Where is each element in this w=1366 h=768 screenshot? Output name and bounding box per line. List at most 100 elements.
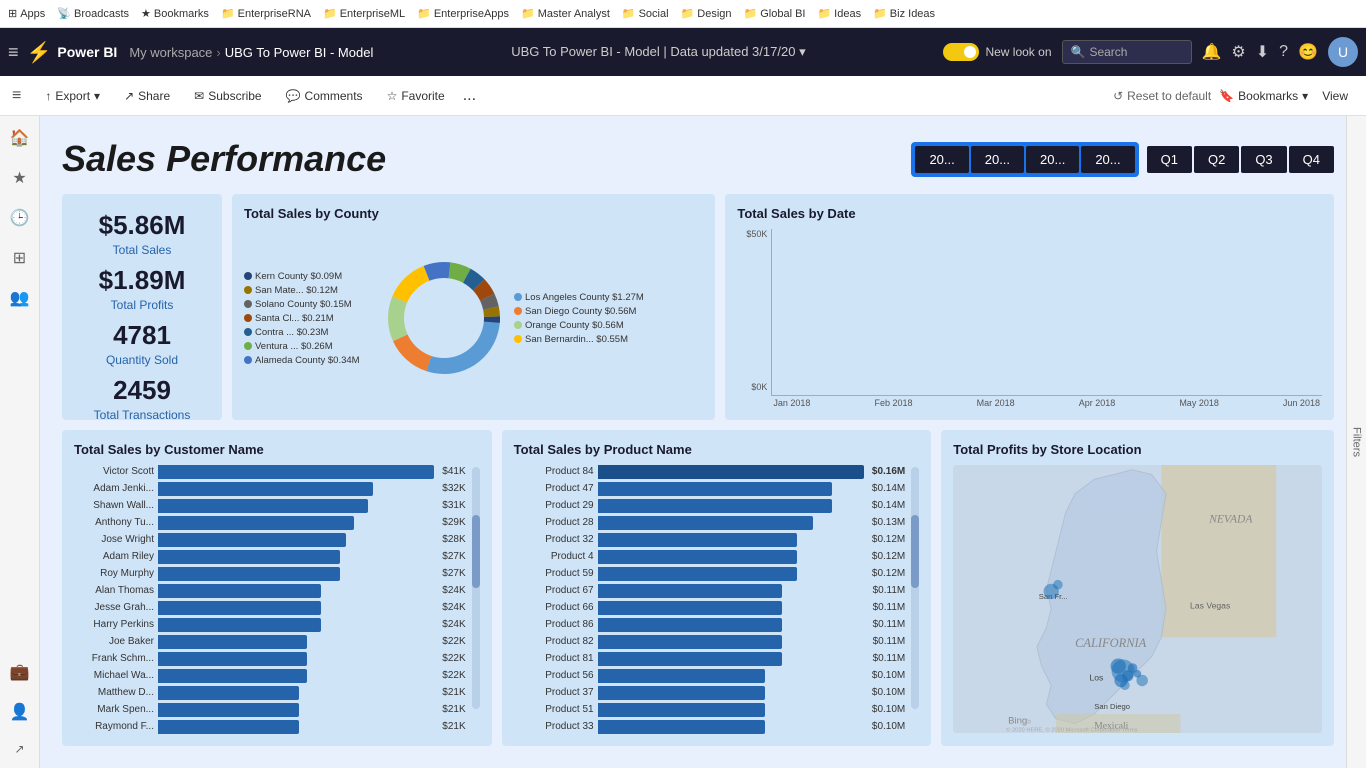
list-item[interactable]: Product 66$0.11M (514, 601, 906, 615)
list-item[interactable]: Harry Perkins$24K (74, 618, 466, 632)
customer-scrollbar[interactable] (472, 467, 480, 709)
list-item[interactable]: Product 86$0.11M (514, 618, 906, 632)
bookmark-design-label: Design (697, 8, 731, 20)
list-item[interactable]: Product 4$0.12M (514, 550, 906, 564)
hbar (158, 652, 307, 666)
sidebar-star-icon[interactable]: ★ (8, 164, 30, 192)
kpi-total-profits-label: Total Profits (82, 298, 202, 312)
more-button[interactable]: ... (463, 87, 476, 105)
workspace-link[interactable]: My workspace (129, 45, 212, 60)
list-item[interactable]: Raymond F...$21K (74, 720, 466, 734)
filter-panel[interactable]: Filters (1346, 116, 1366, 768)
list-item[interactable]: Product 59$0.12M (514, 567, 906, 581)
sidebar-home-icon[interactable]: 🏠 (6, 124, 34, 152)
list-item[interactable]: Product 33$0.10M (514, 720, 906, 734)
comments-button[interactable]: 💬 Comments (280, 85, 369, 107)
svg-text:© 2020 HERE, © 2020 Microsoft: © 2020 HERE, © 2020 Microsoft Corporatio… (1006, 726, 1138, 733)
list-item[interactable]: Anthony Tu...$29K (74, 516, 466, 530)
bookmark-broadcasts[interactable]: 📡 Broadcasts (57, 7, 129, 20)
bookmark-apps[interactable]: ⊞ Apps (8, 7, 45, 20)
list-item[interactable]: Product 56$0.10M (514, 669, 906, 683)
list-item[interactable]: Product 67$0.11M (514, 584, 906, 598)
list-item[interactable]: Jesse Grah...$24K (74, 601, 466, 615)
list-item[interactable]: Victor Scott$41K (74, 465, 466, 479)
bookmark-social[interactable]: 📁 Social (622, 7, 669, 20)
list-item[interactable]: Product 37$0.10M (514, 686, 906, 700)
list-item[interactable]: Adam Riley$27K (74, 550, 466, 564)
customer-scrollbar-thumb[interactable] (472, 515, 480, 588)
list-item[interactable]: Adam Jenki...$32K (74, 482, 466, 496)
hbar (158, 550, 340, 564)
list-item[interactable]: Product 84$0.16M (514, 465, 906, 479)
product-scrollbar-thumb[interactable] (911, 515, 919, 588)
list-item[interactable]: Product 29$0.14M (514, 499, 906, 513)
list-item[interactable]: Alan Thomas$24K (74, 584, 466, 598)
xaxis-labels: Jan 2018 Feb 2018 Mar 2018 Apr 2018 May … (771, 398, 1322, 408)
list-item[interactable]: Frank Schm...$22K (74, 652, 466, 666)
info-chevron[interactable]: ▾ (799, 44, 806, 59)
list-item[interactable]: Jose Wright$28K (74, 533, 466, 547)
list-item[interactable]: Shawn Wall...$31K (74, 499, 466, 513)
help-icon[interactable]: ? (1279, 43, 1288, 61)
bookmark-ideas-label: Ideas (834, 8, 861, 20)
quarter-btn-q1[interactable]: Q1 (1147, 146, 1192, 173)
bookmark-globalbi[interactable]: 📁 Global BI (744, 7, 806, 20)
product-hbar-value: $0.12M (872, 568, 905, 579)
subscribe-button[interactable]: ✉ Subscribe (188, 85, 267, 107)
bookmark-enterpriserna[interactable]: 📁 EnterpriseRNA (221, 7, 311, 20)
hamburger-icon[interactable]: ≡ (12, 87, 21, 105)
legend-sanbernardino: San Bernardin... $0.55M (514, 334, 644, 345)
list-item[interactable]: Product 32$0.12M (514, 533, 906, 547)
year-btn-2[interactable]: 20... (971, 146, 1024, 173)
bookmark-design[interactable]: 📁 Design (681, 7, 732, 20)
hamburger-nav-icon[interactable]: ≡ (8, 42, 19, 63)
user-avatar[interactable]: U (1328, 37, 1358, 67)
sidebar-shared-icon[interactable]: 👥 (6, 284, 34, 312)
search-box[interactable]: 🔍 Search (1062, 40, 1192, 64)
bookmark-bizideas[interactable]: 📁 Biz Ideas (873, 7, 935, 20)
sidebar-user-icon[interactable]: 👤 (6, 698, 34, 726)
favorite-button[interactable]: ☆ Favorite (381, 85, 451, 107)
sidebar-expand-icon[interactable]: ↗ (10, 738, 28, 760)
product-hbar-chart: Product 84$0.16M Product 47$0.14M Product … (514, 465, 910, 734)
customer-name: Anthony Tu... (74, 517, 154, 528)
hbar-value: $31K (442, 500, 465, 511)
download-icon[interactable]: ⬇ (1256, 42, 1269, 62)
quarter-btn-q3[interactable]: Q3 (1241, 146, 1286, 173)
bookmark-masteranalyst[interactable]: 📁 Master Analyst (521, 7, 610, 20)
reset-button[interactable]: ↺ Reset to default (1113, 89, 1211, 103)
sidebar-recent-icon[interactable]: 🕒 (6, 204, 34, 232)
bookmark-enterpriseapps[interactable]: 📁 EnterpriseApps (417, 7, 509, 20)
product-scrollbar[interactable] (911, 467, 919, 709)
list-item[interactable]: Product 51$0.10M (514, 703, 906, 717)
notification-icon[interactable]: 🔔 (1202, 42, 1222, 62)
view-button[interactable]: View (1316, 85, 1354, 107)
share-button[interactable]: ↗ Share (118, 85, 176, 107)
year-btn-1[interactable]: 20... (915, 146, 968, 173)
list-item[interactable]: Mark Spen...$21K (74, 703, 466, 717)
quarter-btn-q2[interactable]: Q2 (1194, 146, 1239, 173)
bookmarks-button[interactable]: 🔖 Bookmarks ▾ (1219, 89, 1308, 103)
settings-icon[interactable]: ⚙ (1231, 42, 1245, 62)
list-item[interactable]: Product 81$0.11M (514, 652, 906, 666)
bookmark-ideas[interactable]: 📁 Ideas (817, 7, 861, 20)
bookmark-bookmarks[interactable]: ★ Bookmarks (141, 7, 209, 20)
list-item[interactable]: Matthew D...$21K (74, 686, 466, 700)
new-look-toggle[interactable] (943, 43, 979, 61)
feedback-icon[interactable]: 😊 (1298, 42, 1318, 62)
quarter-btn-q4[interactable]: Q4 (1289, 146, 1334, 173)
bookmark-enterpriseml[interactable]: 📁 EnterpriseML (323, 7, 405, 20)
export-button[interactable]: ↑ Export ▾ (39, 85, 106, 107)
list-item[interactable]: Product 28$0.13M (514, 516, 906, 530)
sidebar-workspaces-icon[interactable]: 💼 (6, 658, 34, 686)
list-item[interactable]: Product 82$0.11M (514, 635, 906, 649)
year-btn-4[interactable]: 20... (1081, 146, 1134, 173)
search-placeholder-text: Search (1089, 45, 1127, 59)
list-item[interactable]: Joe Baker$22K (74, 635, 466, 649)
list-item[interactable]: Roy Murphy$27K (74, 567, 466, 581)
favorite-label: Favorite (401, 89, 444, 103)
list-item[interactable]: Product 47$0.14M (514, 482, 906, 496)
sidebar-apps-icon[interactable]: ⊞ (9, 244, 30, 272)
list-item[interactable]: Michael Wa...$22K (74, 669, 466, 683)
year-btn-3[interactable]: 20... (1026, 146, 1079, 173)
